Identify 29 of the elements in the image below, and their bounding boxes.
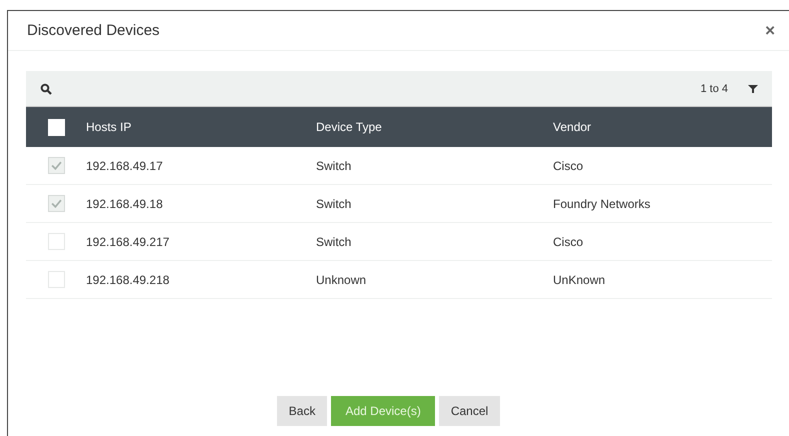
- row-checkbox[interactable]: [48, 195, 64, 212]
- table-cell-text: Switch: [316, 234, 352, 248]
- row-checkbox[interactable]: [48, 233, 64, 250]
- table-cell: Cisco: [553, 234, 584, 248]
- table-cell-text: 192.168.49.218: [86, 272, 170, 286]
- column-header: Vendor: [553, 120, 592, 134]
- dialog-button[interactable]: Cancel: [438, 396, 500, 426]
- column-header: Hosts IP: [86, 120, 132, 134]
- check-icon: [50, 161, 62, 170]
- table-cell: UnKnown: [553, 272, 606, 286]
- table-cell-text: 192.168.49.217: [86, 234, 170, 248]
- row-checkbox[interactable]: [48, 157, 64, 174]
- row-checkbox[interactable]: [48, 271, 64, 288]
- close-button[interactable]: ×: [761, 20, 779, 40]
- check-icon: [50, 199, 62, 208]
- row-range: 1 to 4: [700, 82, 728, 94]
- table-cell: Cisco: [553, 158, 584, 172]
- table-cell-text: Switch: [316, 196, 352, 210]
- filter-icon[interactable]: [748, 84, 758, 94]
- table-cell-text: Switch: [316, 158, 352, 172]
- search-icon[interactable]: [40, 82, 52, 94]
- column-header: Device Type: [316, 120, 383, 134]
- dialog-button[interactable]: Back: [276, 396, 328, 426]
- table-cell: Foundry Networks: [553, 196, 650, 210]
- select-all-checkbox[interactable]: [48, 118, 64, 136]
- dialog-title: Discovered Devices: [27, 22, 160, 39]
- table-cell-text: 192.168.49.17: [86, 158, 164, 172]
- table-cell-text: Unknown: [316, 272, 368, 286]
- table-cell-text: 192.168.49.18: [86, 196, 164, 210]
